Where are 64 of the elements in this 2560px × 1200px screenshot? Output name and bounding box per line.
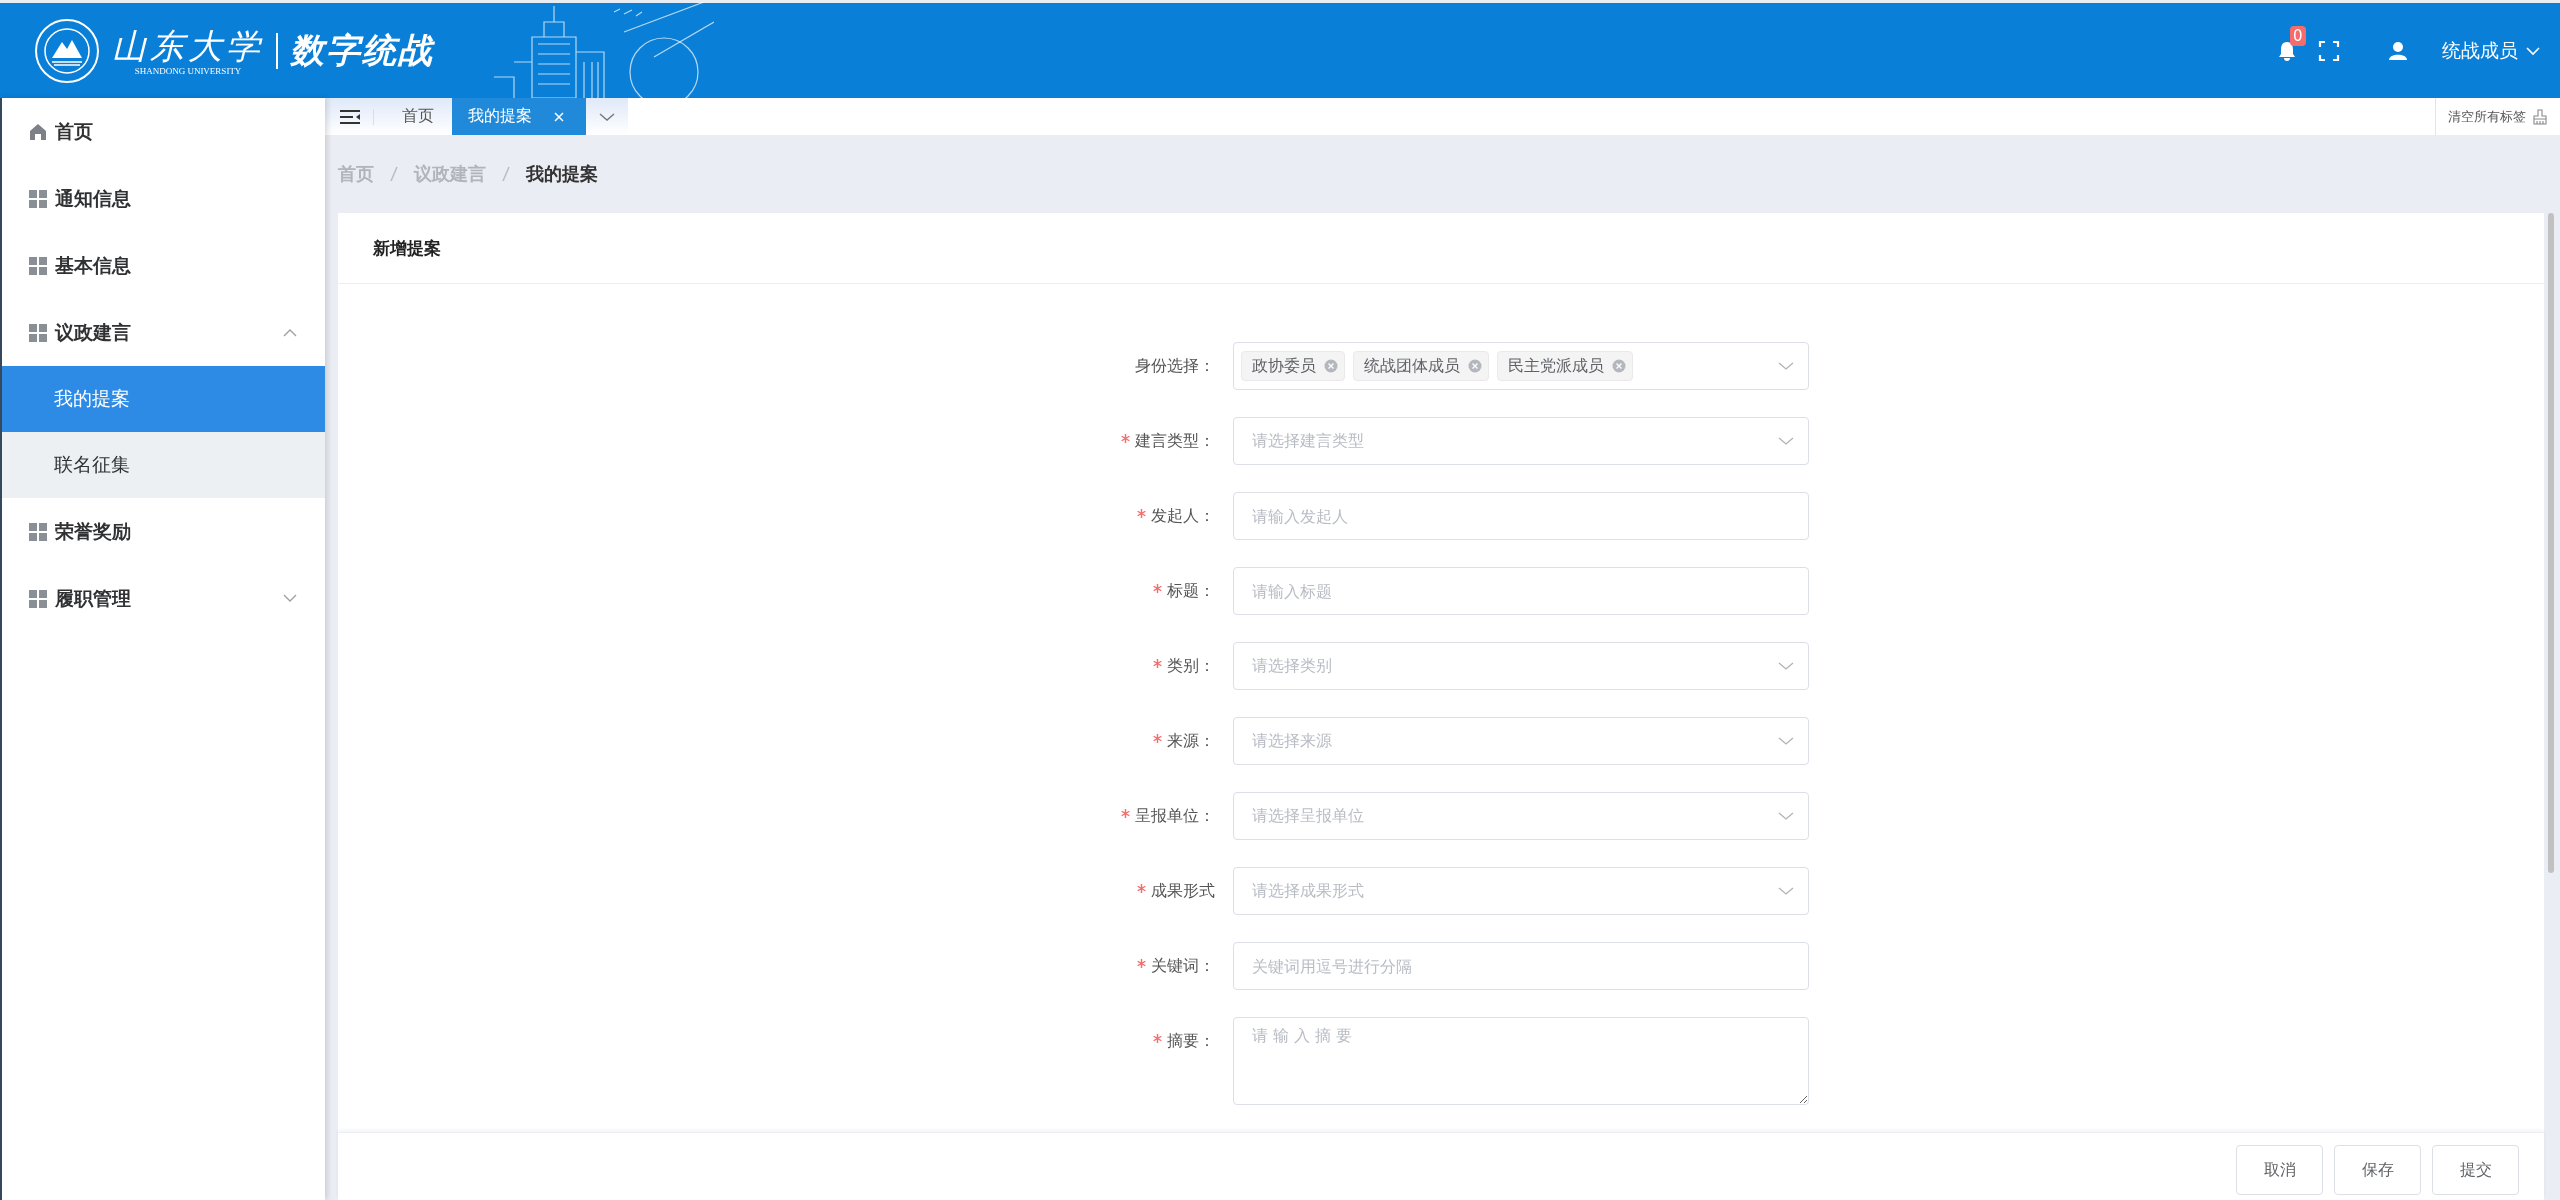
input-field[interactable]: 请输入标题 (1233, 567, 1809, 615)
sidebar-item[interactable]: 基本信息 (2, 232, 325, 299)
field-label: 关键词： (1151, 955, 1215, 977)
grid-icon (29, 589, 47, 608)
sidebar-item[interactable]: 议政建言 (2, 299, 325, 366)
caret-icon (1778, 361, 1794, 371)
notification-bell-icon[interactable] (2276, 39, 2298, 62)
sidebar-item[interactable]: 荣誉奖励 (2, 498, 325, 565)
sidebar-item[interactable]: 首页 (2, 98, 325, 165)
sidebar-subitem[interactable]: 联名征集 (2, 432, 325, 498)
selected-tag: 政协委员 (1241, 351, 1345, 381)
app-title: 数字统战 (290, 28, 434, 72)
multi-select-field[interactable]: 政协委员 统战团体成员 民主党派成员 (1233, 342, 1809, 390)
chevron-down-icon (2526, 45, 2540, 56)
input-field[interactable]: 关键词用逗号进行分隔 (1233, 942, 1809, 990)
form-button[interactable]: 取消 (2236, 1145, 2323, 1195)
selected-tag: 统战团体成员 (1353, 351, 1489, 381)
university-emblem-icon (34, 17, 100, 84)
field-label: 身份选择： (1135, 355, 1215, 377)
caret-icon (1778, 436, 1794, 446)
close-icon[interactable] (554, 111, 564, 122)
field-label: 摘要： (1167, 1031, 1215, 1052)
fullscreen-icon[interactable] (2318, 39, 2340, 62)
caret-icon (1778, 811, 1794, 821)
collapse-menu-icon[interactable] (339, 108, 374, 125)
field-label: 类别： (1167, 655, 1215, 677)
university-name: 山东大学 (112, 25, 264, 66)
remove-tag-icon[interactable] (1612, 359, 1626, 373)
field-label: 呈报单位： (1135, 805, 1215, 827)
textarea-field[interactable]: 请 输 入 摘 要 (1233, 1017, 1809, 1105)
field-label: 发起人： (1151, 505, 1215, 527)
tab[interactable]: 首页 (384, 98, 452, 135)
tab[interactable]: 我的提案 (452, 98, 586, 135)
grid-icon (29, 522, 47, 541)
selected-tag: 民主党派成员 (1497, 351, 1633, 381)
university-subtitle: SHANDONG UNIVERSITY (134, 65, 242, 76)
field-label: 成果形式 (1151, 880, 1215, 902)
sidebar-item[interactable]: 履职管理 (2, 565, 325, 632)
field-label: 标题： (1167, 580, 1215, 602)
caret-icon (1778, 736, 1794, 746)
caret-icon (1778, 661, 1794, 671)
grid-icon (29, 323, 47, 342)
user-menu-button[interactable]: 统战成员 (2428, 37, 2540, 64)
sidebar-subitem[interactable]: 我的提案 (2, 366, 325, 432)
field-label: 建言类型： (1135, 430, 1215, 452)
input-field[interactable]: 请输入发起人 (1233, 492, 1809, 540)
home-icon (29, 122, 47, 141)
grid-icon (29, 189, 47, 208)
form-button[interactable]: 提交 (2432, 1145, 2519, 1195)
remove-tag-icon[interactable] (1468, 359, 1482, 373)
notification-badge: 0 (2290, 25, 2306, 46)
caret-icon (1778, 886, 1794, 896)
field-label: 来源： (1167, 730, 1215, 752)
breadcrumb-item: 我的提案 (526, 162, 598, 186)
chevron-down-icon (599, 111, 615, 122)
user-icon[interactable] (2388, 40, 2408, 61)
slash-separator-icon (390, 166, 398, 182)
sidebar-item[interactable]: 通知信息 (2, 165, 325, 232)
remove-tag-icon[interactable] (1324, 359, 1338, 373)
broom-icon (2532, 108, 2548, 125)
grid-icon (29, 256, 47, 275)
card-title: 新增提案 (373, 236, 441, 260)
form-button[interactable]: 保存 (2334, 1145, 2421, 1195)
slash-separator-icon (502, 166, 510, 182)
